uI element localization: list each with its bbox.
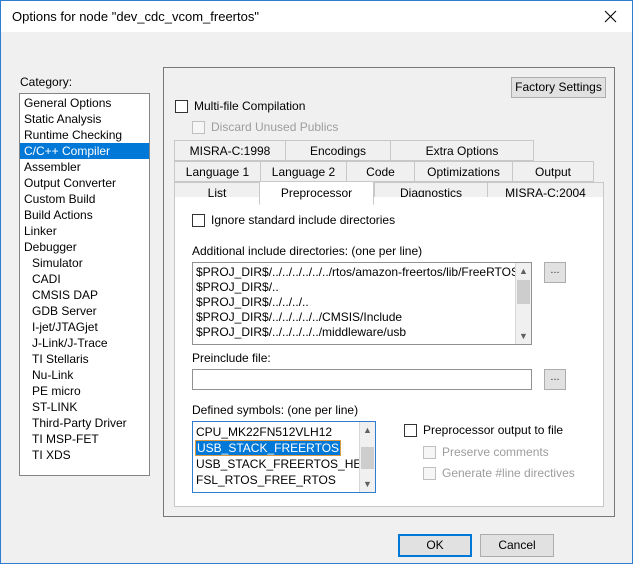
defined-symbol-row[interactable]: FSL_RTOS_FREE_RTOS [196, 472, 362, 488]
sidebar-item-static-analysis[interactable]: Static Analysis [20, 111, 149, 127]
sidebar-item-ti-msp-fet[interactable]: TI MSP-FET [20, 431, 149, 447]
include-directories-lines: $PROJ_DIR$/../../../../../../rtos/amazon… [193, 263, 520, 340]
ignore-standard-includes-label: Ignore standard include directories [211, 213, 395, 227]
sidebar-item-assembler[interactable]: Assembler [20, 159, 149, 175]
checkbox-box [404, 424, 417, 437]
preserve-comments-label: Preserve comments [442, 445, 549, 459]
sidebar-item-cadi[interactable]: CADI [20, 271, 149, 287]
tab-output[interactable]: Output [512, 161, 594, 182]
tab-extra-options[interactable]: Extra Options [390, 140, 534, 161]
tab-row-2: Language 1Language 2CodeOptimizationsOut… [174, 161, 594, 182]
checkbox-box [423, 446, 436, 459]
preprocessor-output-checkbox[interactable]: Preprocessor output to file [404, 423, 563, 437]
checkbox-box [175, 100, 188, 113]
sidebar-item-i-jet-jtagjet[interactable]: I-jet/JTAGjet [20, 319, 149, 335]
sidebar-item-nu-link[interactable]: Nu-Link [20, 367, 149, 383]
close-icon [604, 10, 617, 23]
ignore-standard-includes-checkbox[interactable]: Ignore standard include directories [192, 213, 395, 227]
preserve-comments-checkbox: Preserve comments [423, 445, 549, 459]
multifile-compilation-checkbox[interactable]: Multi-file Compilation [175, 99, 305, 113]
multifile-compilation-label: Multi-file Compilation [194, 99, 305, 113]
defined-symbol-row[interactable]: CPU_MK22FN512VLH12 [196, 424, 362, 440]
sidebar-item-debugger[interactable]: Debugger [20, 239, 149, 255]
preinclude-file-input[interactable] [192, 369, 532, 390]
scroll-up-icon[interactable]: ▲ [516, 263, 531, 279]
category-label: Category: [20, 75, 72, 89]
tab-preprocessor[interactable]: Preprocessor [259, 181, 374, 205]
page-title: Options for node "dev_cdc_vcom_freertos" [12, 9, 259, 24]
tab-encodings[interactable]: Encodings [285, 140, 390, 161]
options-panel: Factory Settings Multi-file Compilation … [163, 67, 615, 517]
discard-unused-publics-label: Discard Unused Publics [211, 120, 338, 134]
defined-symbol-selected[interactable]: USB_STACK_FREERTOS [195, 440, 341, 456]
sidebar-item-build-actions[interactable]: Build Actions [20, 207, 149, 223]
sidebar-item-general-options[interactable]: General Options [20, 95, 149, 111]
sidebar-item-linker[interactable]: Linker [20, 223, 149, 239]
sidebar-item-gdb-server[interactable]: GDB Server [20, 303, 149, 319]
defined-symbols-label: Defined symbols: (one per line) [192, 403, 358, 417]
scrollbar-thumb[interactable] [361, 447, 374, 469]
generate-line-directives-checkbox: Generate #line directives [423, 466, 575, 480]
sidebar-item-custom-build[interactable]: Custom Build [20, 191, 149, 207]
tab-misra-c-1998[interactable]: MISRA-C:1998 [174, 140, 285, 161]
include-directory-line: $PROJ_DIR$/../../../.. [196, 295, 518, 310]
checkbox-box [423, 467, 436, 480]
sidebar-item-output-converter[interactable]: Output Converter [20, 175, 149, 191]
sidebar-item-st-link[interactable]: ST-LINK [20, 399, 149, 415]
preinclude-label: Preinclude file: [192, 351, 271, 365]
checkbox-box [192, 214, 205, 227]
sidebar-item-c-c-compiler[interactable]: C/C++ Compiler [20, 143, 149, 159]
tab-code[interactable]: Code [346, 161, 414, 182]
sidebar-item-pe-micro[interactable]: PE micro [20, 383, 149, 399]
tab-language-1[interactable]: Language 1 [174, 161, 260, 182]
defined-symbol-row[interactable]: USB_STACK_FREERTOS [196, 440, 362, 456]
sidebar-item-ti-stellaris[interactable]: TI Stellaris [20, 351, 149, 367]
browse-preinclude-button[interactable]: ... [544, 369, 566, 390]
discard-unused-publics-checkbox: Discard Unused Publics [192, 120, 338, 134]
include-dirs-scrollbar[interactable]: ▲ ▼ [515, 263, 531, 344]
scroll-up-icon[interactable]: ▲ [360, 422, 375, 438]
sidebar-item-j-link-j-trace[interactable]: J-Link/J-Trace [20, 335, 149, 351]
generate-line-directives-label: Generate #line directives [442, 466, 575, 480]
defined-symbols-scrollbar[interactable]: ▲ ▼ [359, 422, 375, 492]
sidebar-item-cmsis-dap[interactable]: CMSIS DAP [20, 287, 149, 303]
preprocessor-output-label: Preprocessor output to file [423, 423, 563, 437]
title-bar: Options for node "dev_cdc_vcom_freertos" [1, 1, 632, 32]
scroll-down-icon[interactable]: ▼ [360, 476, 375, 492]
sidebar-item-runtime-checking[interactable]: Runtime Checking [20, 127, 149, 143]
browse-include-dirs-button[interactable]: ... [544, 262, 566, 283]
checkbox-box [192, 121, 205, 134]
ok-button[interactable]: OK [398, 534, 472, 557]
include-directory-line: $PROJ_DIR$/.. [196, 280, 518, 295]
sidebar-item-ti-xds[interactable]: TI XDS [20, 447, 149, 463]
include-directory-line: $PROJ_DIR$/../../../../../../rtos/amazon… [196, 265, 518, 280]
defined-symbol-row[interactable]: USB_STACK_FREERTOS_HEAP_S [196, 456, 362, 472]
include-directories-textarea[interactable]: $PROJ_DIR$/../../../../../../rtos/amazon… [192, 262, 532, 345]
sidebar-item-third-party-driver[interactable]: Third-Party Driver [20, 415, 149, 431]
tab-row-1: MISRA-C:1998EncodingsExtra Options [174, 140, 534, 161]
include-directory-line: $PROJ_DIR$/../../../../../middleware/usb [196, 325, 518, 340]
scroll-down-icon[interactable]: ▼ [516, 328, 531, 344]
defined-symbols-list[interactable]: CPU_MK22FN512VLH12USB_STACK_FREERTOSUSB_… [192, 421, 376, 493]
tab-optimizations[interactable]: Optimizations [414, 161, 512, 182]
category-list[interactable]: General OptionsStatic AnalysisRuntime Ch… [19, 93, 150, 476]
options-dialog: Options for node "dev_cdc_vcom_freertos"… [0, 0, 633, 564]
include-directory-line: $PROJ_DIR$/../../../../../CMSIS/Include [196, 310, 518, 325]
preprocessor-tab-panel: Ignore standard include directories Addi… [174, 197, 604, 507]
cancel-button[interactable]: Cancel [480, 534, 554, 557]
close-button[interactable] [588, 1, 632, 31]
factory-settings-button[interactable]: Factory Settings [511, 77, 606, 98]
sidebar-item-simulator[interactable]: Simulator [20, 255, 149, 271]
tab-language-2[interactable]: Language 2 [260, 161, 346, 182]
include-dirs-label: Additional include directories: (one per… [192, 244, 422, 258]
defined-symbols-rows: CPU_MK22FN512VLH12USB_STACK_FREERTOSUSB_… [193, 422, 362, 488]
scrollbar-thumb[interactable] [517, 280, 530, 304]
